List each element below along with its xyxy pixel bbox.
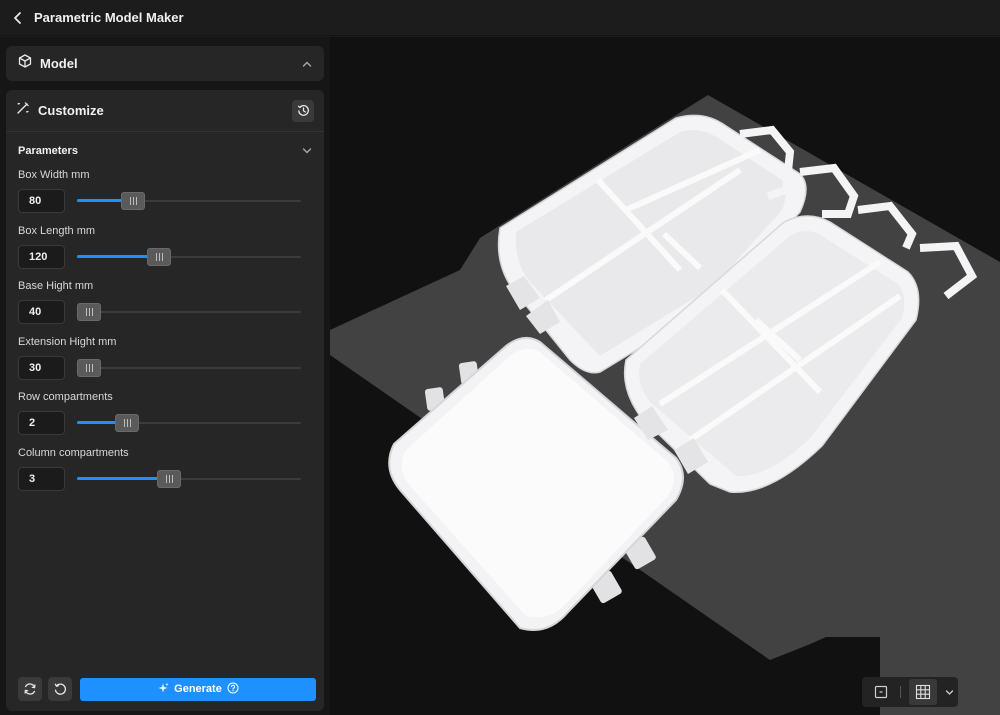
divider [900, 686, 901, 698]
parameter-slider[interactable] [77, 467, 301, 491]
generate-label: Generate [174, 683, 222, 695]
chevron-up-icon[interactable] [302, 55, 312, 73]
sparkle-icon [157, 682, 169, 697]
parameter-slider[interactable] [77, 300, 301, 324]
model-panel[interactable]: Model [6, 46, 324, 81]
view-controls [862, 677, 958, 707]
parameter-value-input[interactable]: 80 [18, 189, 65, 213]
parameter-slider[interactable] [77, 245, 301, 269]
frame-icon[interactable] [870, 681, 892, 703]
magic-wand-icon [16, 101, 30, 120]
slider-fill [77, 199, 125, 202]
parameter-row: Column compartments 3 [18, 447, 318, 495]
sidebar: Model Customize Parameters Box Width mm 8… [0, 37, 330, 715]
slider-fill [77, 255, 151, 258]
slider-fill [77, 477, 161, 480]
slider-thumb[interactable] [157, 470, 181, 488]
action-bar: Generate [18, 677, 316, 701]
slider-fill [77, 421, 119, 424]
parameter-row: Box Length mm 120 [18, 225, 318, 273]
slider-track [77, 367, 301, 369]
parameter-row: Row compartments 2 [18, 391, 318, 439]
cube-icon [18, 54, 32, 73]
parameter-label: Box Length mm [18, 225, 96, 237]
slider-thumb[interactable] [77, 359, 101, 377]
history-icon[interactable] [292, 99, 314, 122]
chevron-down-icon[interactable] [945, 683, 954, 701]
chevron-down-icon[interactable] [302, 142, 312, 160]
parameter-label: Box Width mm [18, 169, 90, 181]
customize-header: Customize [6, 90, 324, 132]
slider-track [77, 311, 301, 313]
undo-icon[interactable] [48, 677, 72, 701]
chevron-left-icon[interactable] [10, 10, 26, 26]
parameter-label: Column compartments [18, 447, 129, 459]
slider-thumb[interactable] [115, 414, 139, 432]
parameter-value-input[interactable]: 30 [18, 356, 65, 380]
slider-thumb[interactable] [147, 248, 171, 266]
parameter-value-input[interactable]: 40 [18, 300, 65, 324]
parameter-value-input[interactable]: 3 [18, 467, 65, 491]
parameters-header[interactable]: Parameters [6, 132, 324, 170]
parameter-slider[interactable] [77, 189, 301, 213]
model-render [330, 95, 1000, 715]
parameter-row: Extension Hight mm 30 [18, 336, 318, 384]
parameter-row: Base Hight mm 40 [18, 280, 318, 328]
parameter-value-input[interactable]: 2 [18, 411, 65, 435]
slider-thumb[interactable] [77, 303, 101, 321]
help-circle-icon[interactable] [227, 682, 239, 697]
parameter-value-input[interactable]: 120 [18, 245, 65, 269]
parameter-label: Base Hight mm [18, 280, 94, 292]
top-bar: Parametric Model Maker [0, 0, 1000, 36]
parameter-row: Box Width mm 80 [18, 169, 318, 217]
grid-icon[interactable] [909, 679, 937, 705]
customize-panel: Customize Parameters Box Width mm 80 Box L… [6, 90, 324, 711]
refresh-icon[interactable] [18, 677, 42, 701]
slider-thumb[interactable] [121, 192, 145, 210]
parameter-label: Extension Hight mm [18, 336, 117, 348]
parameter-slider[interactable] [77, 356, 301, 380]
parameters-title: Parameters [18, 145, 78, 157]
app-title: Parametric Model Maker [34, 10, 184, 25]
model-viewport[interactable] [330, 37, 1000, 715]
model-panel-title: Model [40, 56, 78, 71]
parameter-label: Row compartments [18, 391, 113, 403]
customize-title: Customize [38, 103, 104, 118]
parameter-slider[interactable] [77, 411, 301, 435]
generate-button[interactable]: Generate [80, 677, 316, 701]
